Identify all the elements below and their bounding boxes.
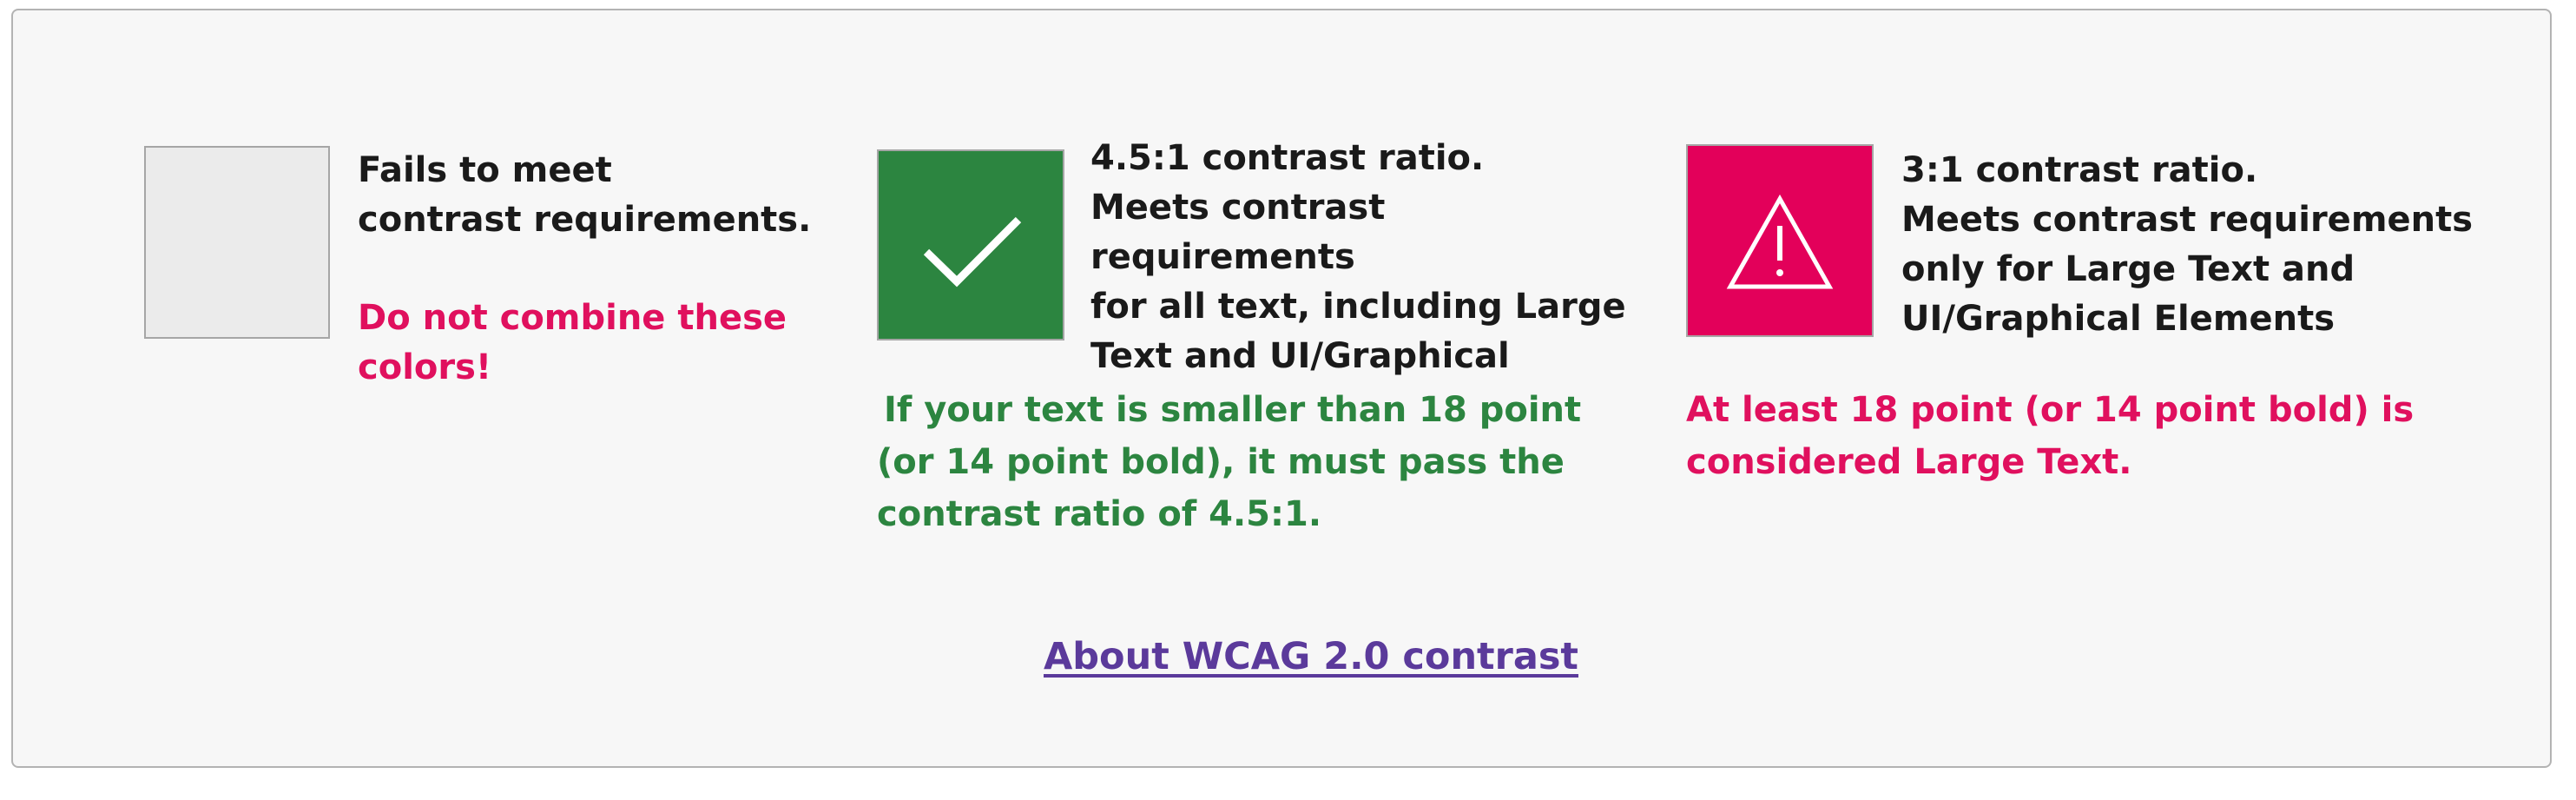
fail-note-line: Do not combine these	[358, 298, 787, 338]
pass-title-line: 4.5:1 contrast ratio.	[1090, 138, 1485, 178]
warn-title-line: 3:1 contrast ratio.	[1901, 150, 2258, 190]
warn-title: 3:1 contrast ratio. Meets contrast requi…	[1901, 146, 2473, 344]
warn-title-line: UI/Graphical Elements	[1901, 299, 2336, 339]
checkmark-icon	[923, 216, 1022, 288]
pass-title-line: requirements	[1090, 237, 1355, 277]
warn-note-line: considered Large Text.	[1686, 442, 2132, 482]
warning-triangle-icon	[1726, 194, 1834, 289]
fail-note: Do not combine these colors!	[358, 294, 787, 393]
pass-note: If your text is smaller than 18 point (o…	[877, 384, 1581, 540]
pass-note-line: If your text is smaller than 18 point	[884, 390, 1582, 430]
pass-title-line: Meets contrast	[1090, 188, 1386, 228]
fail-title-line: Fails to meet	[358, 150, 612, 190]
pass-title-line: for all text, including Large	[1090, 287, 1626, 327]
pass-color-swatch	[877, 149, 1064, 340]
fail-color-swatch	[144, 146, 330, 339]
warn-note-line: At least 18 point (or 14 point bold) is	[1686, 390, 2415, 430]
warn-title-line: Meets contrast requirements	[1901, 200, 2474, 240]
pass-title: 4.5:1 contrast ratio. Meets contrast req…	[1090, 134, 1626, 381]
pass-note-line: (or 14 point bold), it must pass the	[877, 442, 1565, 482]
warn-color-swatch	[1686, 144, 1874, 337]
warn-title-line: only for Large Text and	[1901, 249, 2355, 289]
fail-title-line: contrast requirements.	[358, 200, 812, 240]
warn-note: At least 18 point (or 14 point bold) is …	[1686, 384, 2414, 488]
about-wcag-contrast-link[interactable]: About WCAG 2.0 contrast	[1044, 631, 1578, 683]
pass-note-line: contrast ratio of 4.5:1.	[877, 494, 1322, 534]
fail-title: Fails to meet contrast requirements.	[358, 146, 811, 245]
pass-title-line: Text and UI/Graphical	[1090, 336, 1510, 376]
fail-note-line: colors!	[358, 347, 492, 387]
